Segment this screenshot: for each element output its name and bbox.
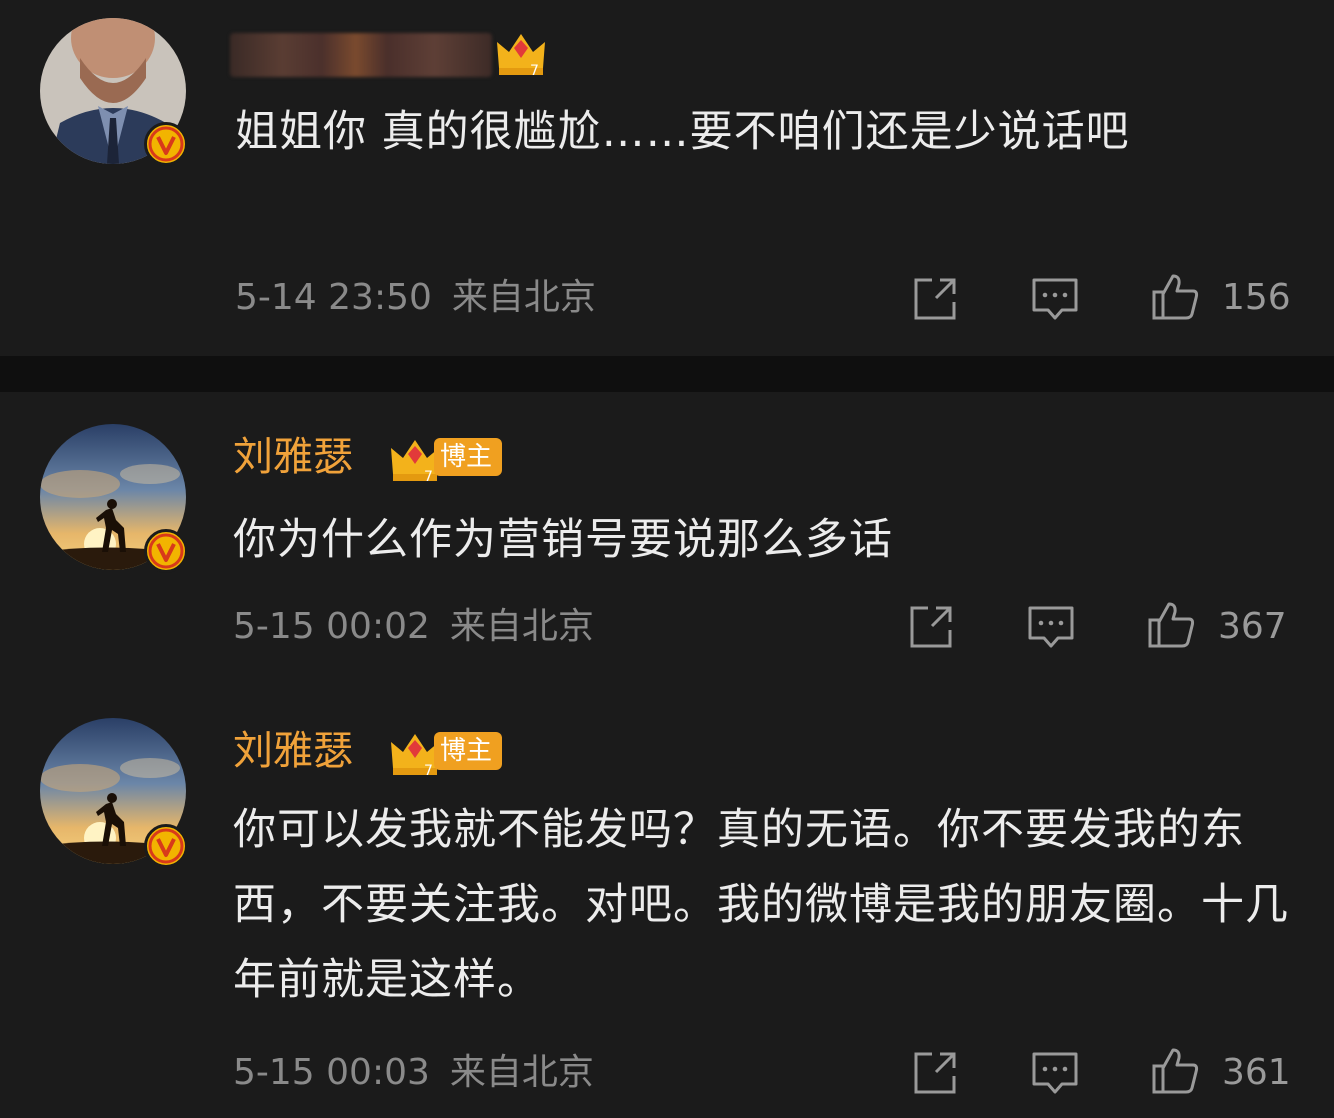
comment-meta: 5-15 00:02 来自北京	[233, 605, 594, 649]
verified-v-icon	[144, 824, 188, 868]
username-redacted	[230, 33, 492, 77]
share-icon[interactable]	[910, 1048, 960, 1098]
comment-meta: 5-15 00:03 来自北京	[233, 1051, 594, 1095]
svg-text:7: 7	[424, 763, 433, 778]
svg-text:7: 7	[530, 63, 539, 78]
username[interactable]: 刘雅瑟	[233, 433, 353, 481]
location: 来自北京	[449, 1052, 594, 1093]
comment-text: 你为什么作为营销号要说那么多话	[233, 515, 893, 565]
comment-text: 姐姐你 真的很尴尬……要不咱们还是少说话吧	[235, 107, 1130, 157]
thumbs-up-icon[interactable]	[1146, 600, 1196, 650]
like-count: 367	[1218, 606, 1287, 647]
thumbs-up-icon[interactable]	[1150, 1046, 1200, 1096]
share-icon[interactable]	[906, 602, 956, 652]
timestamp: 5-15 00:02	[233, 606, 430, 647]
like-count: 156	[1222, 277, 1291, 318]
timestamp: 5-14 23:50	[235, 277, 432, 318]
username[interactable]: 刘雅瑟	[233, 727, 353, 775]
comment-icon[interactable]	[1030, 1048, 1080, 1098]
blogger-badge: 博主	[434, 438, 503, 476]
verified-v-icon	[144, 122, 188, 166]
crown-level-icon: 7	[494, 28, 548, 78]
location: 来自北京	[451, 277, 596, 318]
location: 来自北京	[449, 606, 594, 647]
comment-text: 你可以发我就不能发吗？真的无语。你不要发我的东西，不要关注我。对吧。我的微博是我…	[233, 805, 1289, 1005]
verified-v-icon	[144, 529, 188, 573]
comment-icon[interactable]	[1030, 274, 1080, 324]
divider	[0, 356, 1334, 392]
comment-card	[0, 0, 1334, 356]
blogger-badge: 博主	[434, 732, 503, 770]
like-count: 361	[1222, 1052, 1291, 1093]
share-icon[interactable]	[910, 274, 960, 324]
thumbs-up-icon[interactable]	[1150, 272, 1200, 322]
comment-meta: 5-14 23:50 来自北京	[235, 276, 596, 320]
svg-text:7: 7	[424, 469, 433, 484]
timestamp: 5-15 00:03	[233, 1052, 430, 1093]
comment-icon[interactable]	[1026, 602, 1076, 652]
